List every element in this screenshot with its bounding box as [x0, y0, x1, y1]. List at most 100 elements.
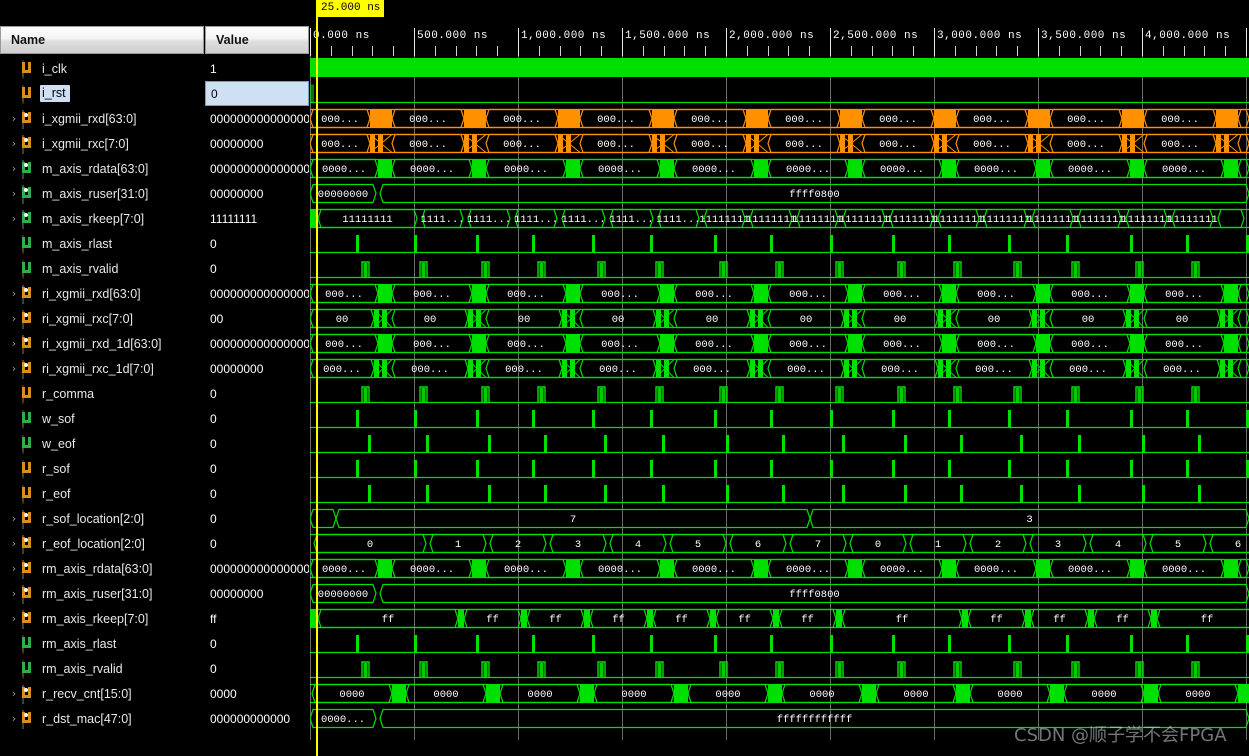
signal-value-cell[interactable]: 00: [205, 306, 309, 331]
waveform-row[interactable]: 0000... 0000... 0000... 0000... 0000... 0000.…: [310, 556, 1249, 581]
waveform-row[interactable]: 73: [310, 506, 1249, 531]
signal-row[interactable]: › r_sof_location[2:0] 0: [0, 506, 309, 531]
waveform-row[interactable]: 000... 000... 000... 000... 000... 000... 000.…: [310, 131, 1249, 156]
signal-name-cell[interactable]: m_axis_rlast: [0, 231, 204, 256]
expand-chevron-icon[interactable]: ›: [6, 281, 22, 306]
waveform-row[interactable]: [310, 481, 1249, 506]
expand-chevron-icon[interactable]: ›: [6, 206, 22, 231]
signal-row[interactable]: rm_axis_rvalid 0: [0, 656, 309, 681]
expand-chevron-icon[interactable]: ›: [6, 606, 22, 631]
signal-row[interactable]: › m_axis_rdata[63:0] 0000000000000000: [0, 156, 309, 181]
signal-name-cell[interactable]: i_clk: [0, 56, 204, 81]
signal-name-cell[interactable]: › i_xgmii_rxc[7:0]: [0, 131, 204, 156]
expand-chevron-icon[interactable]: ›: [6, 706, 22, 731]
waveform-row[interactable]: [310, 631, 1249, 656]
signal-value-cell[interactable]: 0: [205, 656, 309, 681]
column-header-name[interactable]: Name: [0, 26, 204, 54]
time-cursor-line[interactable]: [316, 0, 318, 756]
signal-name-cell[interactable]: › m_axis_rdata[63:0]: [0, 156, 204, 181]
signal-value-cell[interactable]: 0000000000000000: [205, 281, 309, 306]
signal-row[interactable]: › r_recv_cnt[15:0] 0000: [0, 681, 309, 706]
signal-value-cell[interactable]: 00000000: [205, 356, 309, 381]
signal-name-cell[interactable]: r_comma: [0, 381, 204, 406]
waveform-row[interactable]: 000... 000... 000... 000... 000... 000... 000.…: [310, 331, 1249, 356]
expand-chevron-icon[interactable]: ›: [6, 681, 22, 706]
expand-chevron-icon[interactable]: ›: [6, 306, 22, 331]
expand-chevron-icon[interactable]: ›: [6, 556, 22, 581]
signal-row[interactable]: › rm_axis_rkeep[7:0] ff: [0, 606, 309, 631]
signal-value-cell[interactable]: 0000000000000000: [205, 556, 309, 581]
signal-value-cell[interactable]: 0: [205, 81, 309, 106]
expand-chevron-icon[interactable]: ›: [6, 356, 22, 381]
signal-name-cell[interactable]: m_axis_rvalid: [0, 256, 204, 281]
expand-chevron-icon[interactable]: ›: [6, 131, 22, 156]
waveform-row[interactable]: 0000 0000 0000 0000 0000 0000 0000 0000 0000 0000: [310, 681, 1249, 706]
expand-chevron-icon[interactable]: ›: [6, 106, 22, 131]
waveform-row[interactable]: [310, 56, 1249, 81]
signal-name-cell[interactable]: rm_axis_rlast: [0, 631, 204, 656]
expand-chevron-icon[interactable]: ›: [6, 531, 22, 556]
signal-row[interactable]: r_sof 0: [0, 456, 309, 481]
signal-row[interactable]: › m_axis_rkeep[7:0] 11111111: [0, 206, 309, 231]
signal-row[interactable]: › rm_axis_ruser[31:0] 00000000: [0, 581, 309, 606]
signal-value-cell[interactable]: 0: [205, 481, 309, 506]
signal-value-cell[interactable]: 11111111: [205, 206, 309, 231]
signal-row[interactable]: r_comma 0: [0, 381, 309, 406]
signal-value-cell[interactable]: 0: [205, 456, 309, 481]
waveform-row[interactable]: [310, 231, 1249, 256]
signal-row[interactable]: r_eof 0: [0, 481, 309, 506]
signal-row[interactable]: › ri_xgmii_rxc[7:0] 00: [0, 306, 309, 331]
signal-name-cell[interactable]: › rm_axis_ruser[31:0]: [0, 581, 204, 606]
column-header-value[interactable]: Value: [205, 26, 309, 54]
signal-value-cell[interactable]: 0: [205, 531, 309, 556]
signal-name-cell[interactable]: › ri_xgmii_rxc[7:0]: [0, 306, 204, 331]
signal-row[interactable]: › ri_xgmii_rxc_1d[7:0] 00000000: [0, 356, 309, 381]
waveform-row[interactable]: [310, 656, 1249, 681]
waveform-row[interactable]: [310, 256, 1249, 281]
waveform-row[interactable]: [310, 81, 1249, 106]
signal-name-cell[interactable]: › r_sof_location[2:0]: [0, 506, 204, 531]
signal-row[interactable]: › r_eof_location[2:0] 0: [0, 531, 309, 556]
signal-value-cell[interactable]: 0: [205, 256, 309, 281]
signal-value-cell[interactable]: 00000000: [205, 131, 309, 156]
signal-value-cell[interactable]: 0: [205, 231, 309, 256]
signal-row[interactable]: m_axis_rlast 0: [0, 231, 309, 256]
signal-name-cell[interactable]: › r_recv_cnt[15:0]: [0, 681, 204, 706]
waveform-row[interactable]: 000... 000... 000... 000... 000... 000... 000.…: [310, 281, 1249, 306]
waveform-row[interactable]: 00 00 00 00 00 00 00 00 00 00: [310, 306, 1249, 331]
signal-name-cell[interactable]: › ri_xgmii_rxd_1d[63:0]: [0, 331, 204, 356]
signal-value-cell[interactable]: 0: [205, 431, 309, 456]
waveform-row[interactable]: 000... 000... 000... 000... 000... 000... 000.…: [310, 106, 1249, 131]
waveform-row[interactable]: 11111111 1111... 1111... 1111... 1111... 1111…: [310, 206, 1249, 231]
signal-row[interactable]: › r_dst_mac[47:0] 000000000000: [0, 706, 309, 731]
signal-value-cell[interactable]: 00000000: [205, 581, 309, 606]
signal-row[interactable]: rm_axis_rlast 0: [0, 631, 309, 656]
signal-row[interactable]: i_rst 0: [0, 81, 309, 106]
signal-value-cell[interactable]: 0000000000000000: [205, 106, 309, 131]
signal-row[interactable]: › i_xgmii_rxd[63:0] 0000000000000000: [0, 106, 309, 131]
signal-value-cell[interactable]: 0000000000000000: [205, 331, 309, 356]
expand-chevron-icon[interactable]: ›: [6, 331, 22, 356]
signal-name-cell[interactable]: w_eof: [0, 431, 204, 456]
signal-row[interactable]: w_eof 0: [0, 431, 309, 456]
signal-value-cell[interactable]: 0000: [205, 681, 309, 706]
signal-name-cell[interactable]: › m_axis_ruser[31:0]: [0, 181, 204, 206]
signal-name-cell[interactable]: › ri_xgmii_rxd[63:0]: [0, 281, 204, 306]
signal-value-cell[interactable]: 1: [205, 56, 309, 81]
expand-chevron-icon[interactable]: ›: [6, 506, 22, 531]
time-cursor-label[interactable]: 25.000 ns: [317, 0, 385, 17]
signal-name-cell[interactable]: rm_axis_rvalid: [0, 656, 204, 681]
signal-name-cell[interactable]: r_sof: [0, 456, 204, 481]
signal-value-cell[interactable]: 0: [205, 406, 309, 431]
signal-name-cell[interactable]: › rm_axis_rdata[63:0]: [0, 556, 204, 581]
signal-value-cell[interactable]: 0: [205, 381, 309, 406]
signal-value-cell[interactable]: 0: [205, 631, 309, 656]
waveform-panel[interactable]: 0.000 ns 500.000 ns 1,000.000 ns 1,500.000 …: [310, 0, 1249, 756]
signal-name-cell[interactable]: w_sof: [0, 406, 204, 431]
waveform-row[interactable]: 0000... 0000... 0000... 0000... 0000... 0000.…: [310, 156, 1249, 181]
signal-value-cell[interactable]: 0000000000000000: [205, 156, 309, 181]
time-ruler[interactable]: 0.000 ns 500.000 ns 1,000.000 ns 1,500.000 …: [310, 0, 1249, 56]
signal-name-cell[interactable]: r_eof: [0, 481, 204, 506]
signal-row[interactable]: › rm_axis_rdata[63:0] 0000000000000000: [0, 556, 309, 581]
expand-chevron-icon[interactable]: ›: [6, 181, 22, 206]
